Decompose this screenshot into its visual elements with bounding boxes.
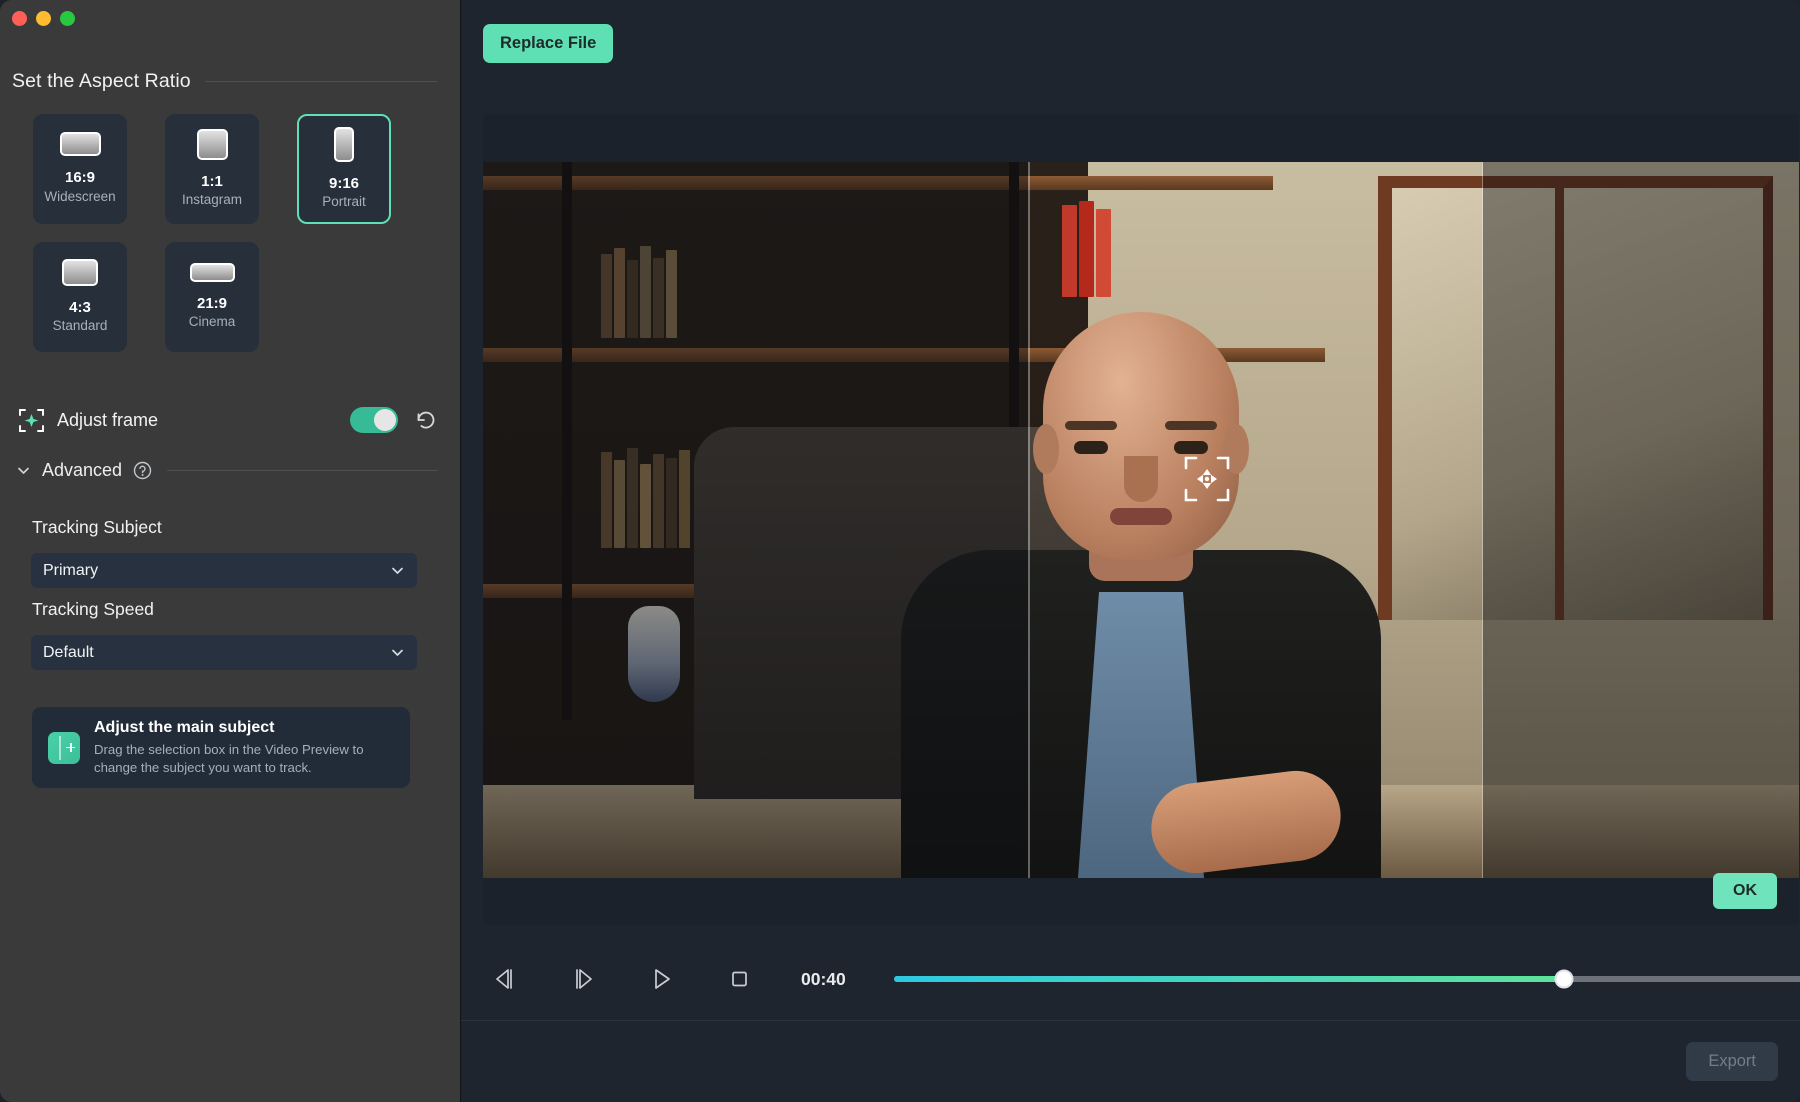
rect-4-3-icon xyxy=(62,259,98,286)
crop-dim-right xyxy=(1483,162,1799,878)
tracking-speed-label: Tracking Speed xyxy=(32,599,154,620)
tip-card: Adjust the main subject Drag the selecti… xyxy=(32,707,410,788)
toggle-knob xyxy=(374,409,396,431)
tracking-subject-value: Primary xyxy=(43,562,390,580)
tracking-speed-select[interactable]: Default xyxy=(31,635,417,670)
window-controls xyxy=(12,11,75,26)
ratio-card-21-9[interactable]: 21:9 Cinema xyxy=(165,242,259,352)
stop-icon[interactable] xyxy=(717,959,761,999)
rect-21-9-icon xyxy=(190,263,235,282)
reset-icon[interactable] xyxy=(414,408,438,432)
tip-body: Adjust the main subject Drag the selecti… xyxy=(94,719,394,776)
current-time: 00:40 xyxy=(801,969,846,990)
tip-title: Adjust the main subject xyxy=(94,719,394,737)
seek-handle[interactable] xyxy=(1554,970,1573,989)
ratio-name: Cinema xyxy=(189,313,236,331)
tip-description: Drag the selection box in the Video Prev… xyxy=(94,741,394,776)
play-icon[interactable] xyxy=(639,959,683,999)
aspect-ratio-section-header: Set the Aspect Ratio xyxy=(12,70,437,93)
tracking-subject-label: Tracking Subject xyxy=(32,517,162,538)
adjust-frame-label: Adjust frame xyxy=(57,410,350,431)
chevron-down-icon xyxy=(390,563,405,578)
ratio-value: 21:9 xyxy=(197,295,227,314)
ratio-value: 9:16 xyxy=(329,175,359,194)
ratio-name: Instagram xyxy=(182,191,242,209)
video-stage xyxy=(483,162,1799,878)
chevron-down-icon xyxy=(16,463,31,478)
help-circle-icon[interactable] xyxy=(133,461,152,480)
ratio-value: 4:3 xyxy=(69,299,91,318)
crop-edge-left[interactable] xyxy=(1028,162,1030,878)
rect-9-16-icon xyxy=(334,127,354,162)
advanced-label: Advanced xyxy=(42,460,122,481)
ratio-name: Widescreen xyxy=(44,188,115,206)
rect-16-9-icon xyxy=(60,132,101,156)
ratio-card-1-1[interactable]: 1:1 Instagram xyxy=(165,114,259,224)
chevron-down-icon xyxy=(390,645,405,660)
close-button[interactable] xyxy=(12,11,27,26)
auto-reframe-icon xyxy=(18,407,45,434)
page-title: Set the Aspect Ratio xyxy=(12,70,191,93)
ratio-card-4-3[interactable]: 4:3 Standard xyxy=(33,242,127,352)
adjust-frame-toggle[interactable] xyxy=(350,407,398,433)
move-target-icon[interactable] xyxy=(1183,455,1231,503)
video-preview[interactable]: OK xyxy=(483,114,1799,925)
ratio-card-16-9[interactable]: 16:9 Widescreen xyxy=(33,114,127,224)
aspect-ratio-grid: 16:9 Widescreen 1:1 Instagram 9:16 Portr… xyxy=(33,114,391,352)
subject-box-icon xyxy=(48,732,80,764)
main-panel: Replace File xyxy=(461,0,1800,1102)
bottom-bar: Export xyxy=(461,1020,1800,1102)
crop-edge-right[interactable] xyxy=(1482,162,1484,878)
ratio-name: Standard xyxy=(53,317,108,335)
tracking-speed-value: Default xyxy=(43,644,390,662)
divider xyxy=(205,81,437,82)
step-backward-icon[interactable] xyxy=(483,959,527,999)
export-button[interactable]: Export xyxy=(1686,1042,1778,1081)
seek-bar[interactable] xyxy=(894,976,1800,982)
plus-mark xyxy=(70,743,72,752)
minimize-button[interactable] xyxy=(36,11,51,26)
ok-button[interactable]: OK xyxy=(1713,873,1777,909)
ratio-value: 1:1 xyxy=(201,173,223,192)
zoom-button[interactable] xyxy=(60,11,75,26)
adjust-frame-row: Adjust frame xyxy=(18,403,438,437)
crop-dim-left xyxy=(483,162,1028,878)
divider xyxy=(167,470,438,471)
tracking-subject-select[interactable]: Primary xyxy=(31,553,417,588)
app-window: Set the Aspect Ratio 16:9 Widescreen 1:1… xyxy=(0,0,1800,1102)
advanced-section-header[interactable]: Advanced xyxy=(16,460,438,481)
playback-controls: 00:40 00:35 xyxy=(483,950,1800,1008)
replace-file-button[interactable]: Replace File xyxy=(483,24,613,63)
seek-progress xyxy=(894,976,1564,982)
ratio-card-9-16[interactable]: 9:16 Portrait xyxy=(297,114,391,224)
step-forward-icon[interactable] xyxy=(561,959,605,999)
rect-1-1-icon xyxy=(197,129,228,160)
ratio-name: Portrait xyxy=(322,193,366,211)
sidebar: Set the Aspect Ratio 16:9 Widescreen 1:1… xyxy=(0,0,461,1102)
ratio-value: 16:9 xyxy=(65,169,95,188)
